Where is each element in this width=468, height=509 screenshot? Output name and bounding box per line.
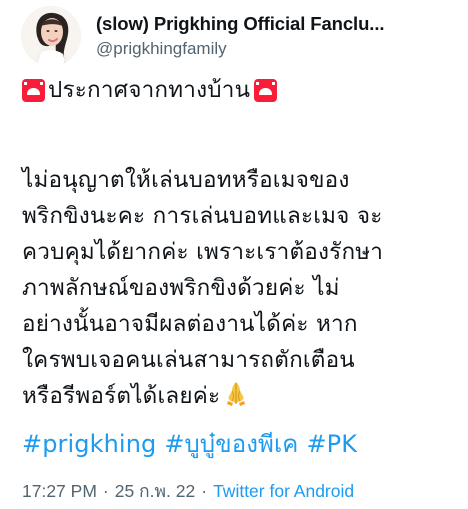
tweet-body-line: พริกขิงนะคะ การเล่นบอทและเมจ จะ [22,203,383,229]
display-name[interactable]: (slow) Prigkhing Official Fanclu... [96,12,454,36]
tweet-body-line: ไม่อนุญาตให้เล่นบอทหรือเมจของ [22,167,350,193]
tweet-time[interactable]: 17:27 PM [22,479,97,503]
author-identity[interactable]: (slow) Prigkhing Official Fanclu... @pri… [96,12,454,60]
tweet-card: (slow) Prigkhing Official Fanclu... @pri… [0,0,468,509]
hashtag-link[interactable]: #บูบู๋ของพีเค [164,426,298,462]
hashtag-row: #prigkhing #บูบู๋ของพีเค #PK [22,424,458,463]
tweet-body-line: ควบคุมได้ยากค่ะ เพราะเราต้องรักษา [22,239,384,265]
tweet-date[interactable]: 25 ก.พ. 22 [115,479,196,503]
tweet-text: ประกาศจากทางบ้าน ไม่อนุญาตให้เล่นบอทหรือ… [22,72,458,414]
hashtag-link[interactable]: #PK [306,426,357,462]
rotating-light-icon [22,78,45,102]
profile-photo-icon [21,6,81,66]
avatar[interactable] [21,6,81,66]
tweet-body-final-line: หรือรีพอร์ตได้เลยค่ะ [22,378,458,414]
announcement-text: ประกาศจากทางบ้าน [48,77,251,103]
meta-separator: · [102,481,109,501]
tweet-body-line: ภาพลักษณ์ของพริกขิงด้วยค่ะ ไม่ [22,275,340,301]
tweet-metadata: 17:27 PM · 25 ก.พ. 22 · Twitter for Andr… [22,479,458,503]
tweet-body-line: อย่างนั้นอาจมีผลต่องานได้ค่ะ หาก [22,311,358,337]
tweet-header: (slow) Prigkhing Official Fanclu... @pri… [21,5,454,67]
hashtag-link[interactable]: #prigkhing [22,426,156,462]
tweet-source-link[interactable]: Twitter for Android [213,479,354,503]
folded-hands-icon [224,379,248,407]
rotating-light-icon [254,78,278,102]
announcement-line: ประกาศจากทางบ้าน [22,72,458,108]
tweet-body-line: ใครพบเจอคนเล่นสามารถตักเตือน [22,347,355,373]
user-handle[interactable]: @prigkhingfamily [96,37,454,60]
meta-separator: · [201,481,208,501]
tweet-body-final-text: หรือรีพอร์ตได้เลยค่ะ [22,383,221,409]
